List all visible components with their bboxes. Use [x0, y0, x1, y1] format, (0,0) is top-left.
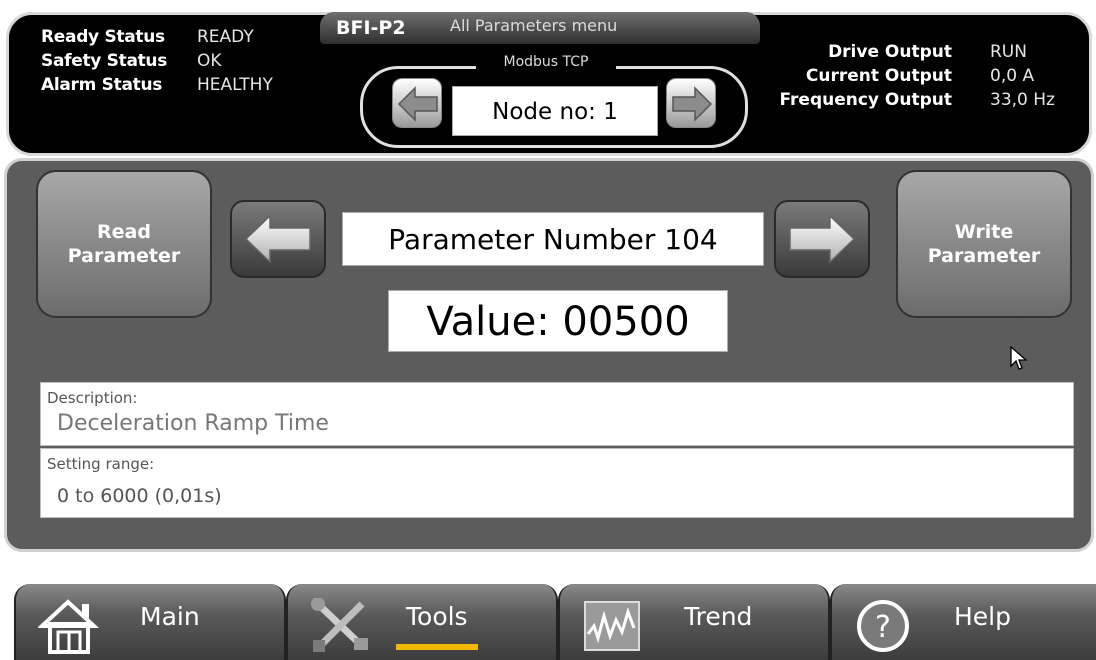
parameter-number-field[interactable]: Parameter Number 104: [342, 212, 764, 266]
setting-range-box: Setting range: 0 to 6000 (0,01s): [40, 448, 1074, 518]
current-output-value: 0,0 A: [990, 66, 1035, 86]
device-name: BFI-P2: [336, 17, 406, 39]
current-output-label: Current Output: [805, 66, 952, 86]
arrow-right-icon: [789, 214, 856, 264]
node-prev-button[interactable]: [392, 78, 442, 128]
nav-main-label: Main: [140, 602, 200, 631]
node-number-field[interactable]: Node no: 1: [452, 86, 658, 136]
nav-help-label: Help: [954, 602, 1011, 631]
description-text: Deceleration Ramp Time: [57, 411, 329, 436]
hmi-screen: { "header": { "status": [ {"label": "Rea…: [0, 0, 1096, 660]
description-title: Description:: [47, 389, 138, 407]
drive-output-value: RUN: [990, 42, 1027, 62]
svg-text:?: ?: [875, 610, 891, 645]
write-parameter-button[interactable]: Write Parameter: [896, 170, 1072, 318]
nav-main-button[interactable]: Main: [14, 584, 286, 660]
arrow-left-icon: [397, 86, 438, 122]
safety-status-value: OK: [197, 51, 222, 71]
nav-trend-button[interactable]: Trend: [558, 584, 830, 660]
safety-status: Safety Status OK: [41, 51, 222, 71]
tools-icon: [311, 598, 368, 652]
home-icon: [38, 599, 100, 654]
output-labels: Drive Output Current Output Frequency Ou…: [700, 40, 953, 112]
ready-status-value: READY: [197, 27, 254, 47]
nav-help-button[interactable]: ? Help: [830, 584, 1096, 660]
alarm-status: Alarm Status HEALTHY: [41, 75, 273, 95]
trend-chart-icon: [584, 601, 640, 651]
menu-title: All Parameters menu: [450, 16, 618, 35]
frequency-output-value: 33,0 Hz: [990, 90, 1055, 110]
arrow-left-icon: [244, 214, 311, 264]
mouse-cursor-icon: [1010, 346, 1028, 370]
protocol-label: Modbus TCP: [476, 54, 616, 70]
setting-range-text: 0 to 6000 (0,01s): [57, 485, 222, 507]
drive-output-label: Drive Output: [828, 42, 952, 62]
status-list: Ready Status READY Safety Status OK Alarm …: [41, 25, 273, 97]
help-icon: ?: [857, 600, 909, 652]
alarm-status-value: HEALTHY: [197, 75, 273, 95]
description-box: Description: Deceleration Ramp Time: [40, 382, 1074, 446]
output-values: RUN 0,0 A 33,0 Hz: [990, 40, 1055, 112]
read-parameter-button[interactable]: Read Parameter: [36, 170, 212, 318]
active-tab-indicator: [396, 644, 478, 650]
frequency-output-label: Frequency Output: [779, 90, 953, 110]
parameter-prev-button[interactable]: [230, 200, 326, 278]
setting-range-title: Setting range:: [47, 455, 155, 473]
parameter-next-button[interactable]: [774, 200, 870, 278]
nav-tools-button[interactable]: Tools: [286, 584, 558, 660]
parameter-value-field[interactable]: Value: 00500: [388, 290, 728, 352]
ready-status: Ready Status READY: [41, 27, 254, 47]
nav-trend-label: Trend: [684, 602, 753, 631]
nav-tools-label: Tools: [406, 602, 468, 631]
